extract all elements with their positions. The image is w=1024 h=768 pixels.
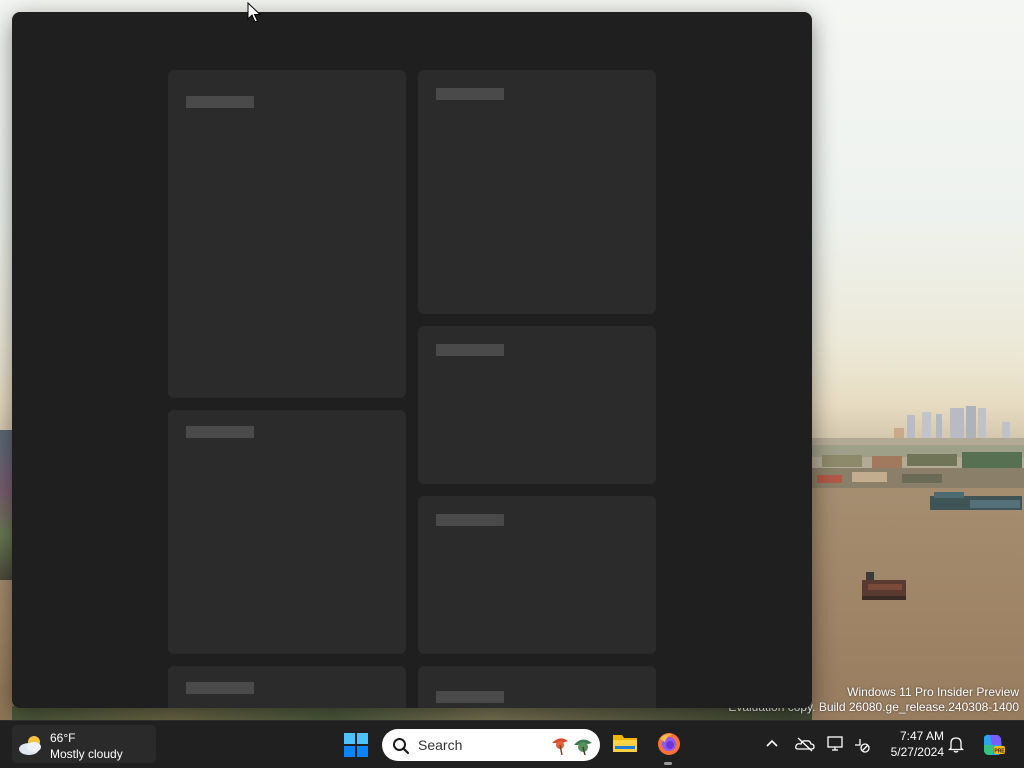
widget-title-placeholder [436,344,504,356]
widget-card-placeholder[interactable] [418,496,656,654]
onedrive-icon[interactable] [795,736,815,752]
svg-text:PRE: PRE [994,749,1005,755]
widget-title-placeholder [186,426,254,438]
copilot-icon[interactable]: PRE [980,733,1006,757]
cargo-boat [862,572,906,600]
widget-card-placeholder[interactable] [168,410,406,654]
city-skyline [812,406,1024,495]
widget-title-placeholder [186,682,254,694]
bell-icon[interactable] [948,735,964,753]
clock-date: 5/27/2024 [890,745,944,759]
widgets-board[interactable] [12,12,812,708]
weather-condition: Mostly cloudy [50,747,123,761]
widget-title-placeholder [436,88,504,100]
mouse-pointer-icon [247,2,261,23]
widget-title-placeholder [186,96,254,108]
widget-card-placeholder[interactable] [418,666,656,708]
widget-card-placeholder[interactable] [418,70,656,314]
chevron-up-icon[interactable] [765,737,779,749]
clock-time: 7:47 AM [899,729,944,743]
widget-card-placeholder[interactable] [168,70,406,398]
widget-card-placeholder[interactable] [418,326,656,484]
partly-cloudy-icon [19,736,41,755]
weather-widget-button[interactable]: 66°F Mostly cloudy [12,725,156,763]
firefox-icon[interactable] [656,731,682,757]
taskbar: 66°F Mostly cloudy Search 7:47 AM 5/27/2… [0,720,1024,768]
windows-logo-icon[interactable] [344,733,368,757]
widget-title-placeholder [436,691,504,703]
widget-card-placeholder[interactable] [168,666,406,708]
wallpaper-edge-left [0,430,12,580]
widget-title-placeholder [436,514,504,526]
weather-temperature: 66°F [50,731,76,745]
barge [930,492,1022,510]
firefox-running-indicator [664,762,672,765]
display-icon[interactable] [827,735,845,753]
network-icon[interactable] [853,736,871,754]
search-highlight-icon [552,738,592,756]
taskbar-clock[interactable]: 7:47 AM 5/27/2024 [874,728,944,760]
folder-icon[interactable] [612,731,638,755]
taskbar-search-box[interactable]: Search [382,729,600,761]
search-icon [393,738,410,755]
wallpaper-edge-bottom [12,706,812,720]
search-label: Search [418,737,463,753]
